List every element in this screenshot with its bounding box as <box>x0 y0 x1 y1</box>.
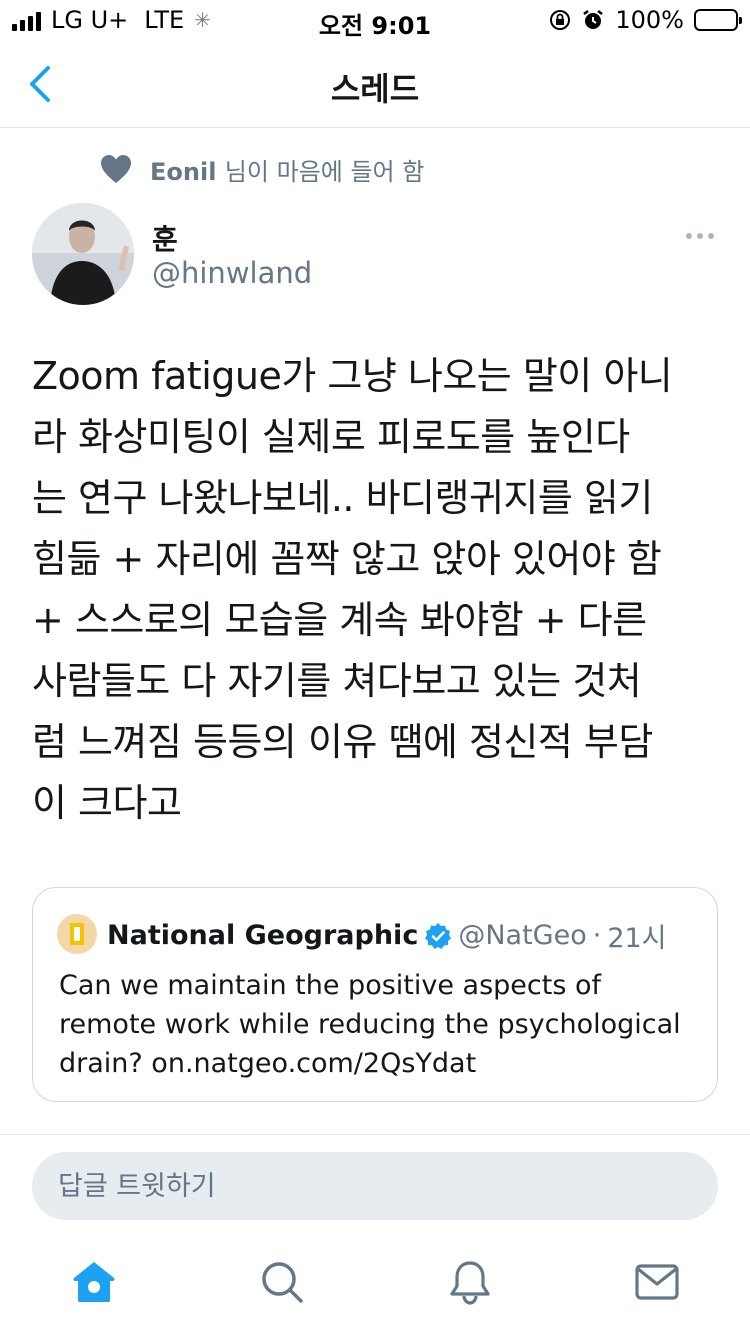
author-name[interactable]: 훈 <box>152 218 178 258</box>
social-context[interactable]: Eonil 님이 마음에 들어 함 <box>100 152 424 186</box>
divider <box>0 1134 750 1135</box>
tab-search[interactable] <box>258 1258 306 1306</box>
quoted-time: 21시 <box>607 923 667 954</box>
quoted-tweet-card[interactable]: National Geographic @NatGeo · 21시 Can we… <box>32 887 718 1102</box>
search-icon <box>262 1262 303 1303</box>
tab-messages[interactable] <box>633 1258 681 1306</box>
navigation-bar: 스레드 <box>0 40 750 128</box>
alarm-icon <box>583 10 604 29</box>
social-context-user: Eonil <box>150 157 217 186</box>
quoted-text: Can we maintain the positive aspects of … <box>59 970 681 1079</box>
battery-percent: 100% <box>615 6 684 34</box>
verified-badge-icon <box>425 922 452 949</box>
tab-notifications[interactable] <box>446 1258 494 1306</box>
orientation-lock-icon <box>550 10 571 30</box>
natgeo-logo-icon <box>70 923 84 945</box>
quoted-separator: · <box>592 920 602 951</box>
bell-icon <box>450 1261 490 1305</box>
dot <box>708 233 714 239</box>
page-title: 스레드 <box>330 70 420 108</box>
status-bar: LG U+ LTE ✳ 오전 9:01 100% <box>0 0 750 40</box>
dot <box>697 233 703 239</box>
social-context-text: 님이 마음에 들어 함 <box>224 157 425 186</box>
tweet-text: Zoom fatigue가 그냥 나오는 말이 아니 라 화상미팅이 실제로 피… <box>32 354 673 825</box>
tab-home[interactable] <box>70 1258 118 1306</box>
quoted-header: National Geographic @NatGeo · 21시 <box>107 916 667 955</box>
quoted-name: National Geographic <box>107 920 419 951</box>
quoted-handle: @NatGeo <box>458 920 587 951</box>
author-avatar[interactable] <box>32 203 134 305</box>
heart-icon <box>101 155 131 183</box>
thread-screen: LG U+ LTE ✳ 오전 9:01 100% 스레드 Eonil 님이 마음… <box>0 0 750 1334</box>
tab-bar <box>0 1246 750 1334</box>
author-handle[interactable]: @hinwland <box>152 256 312 290</box>
reply-input[interactable] <box>32 1152 718 1220</box>
dot <box>686 233 692 239</box>
status-right: 100% <box>549 6 742 34</box>
envelope-icon <box>635 1264 679 1300</box>
avatar-photo <box>32 203 134 305</box>
more-options-button[interactable] <box>680 222 720 250</box>
home-icon <box>73 1262 115 1302</box>
battery-icon <box>694 9 742 31</box>
quoted-avatar <box>57 914 97 954</box>
